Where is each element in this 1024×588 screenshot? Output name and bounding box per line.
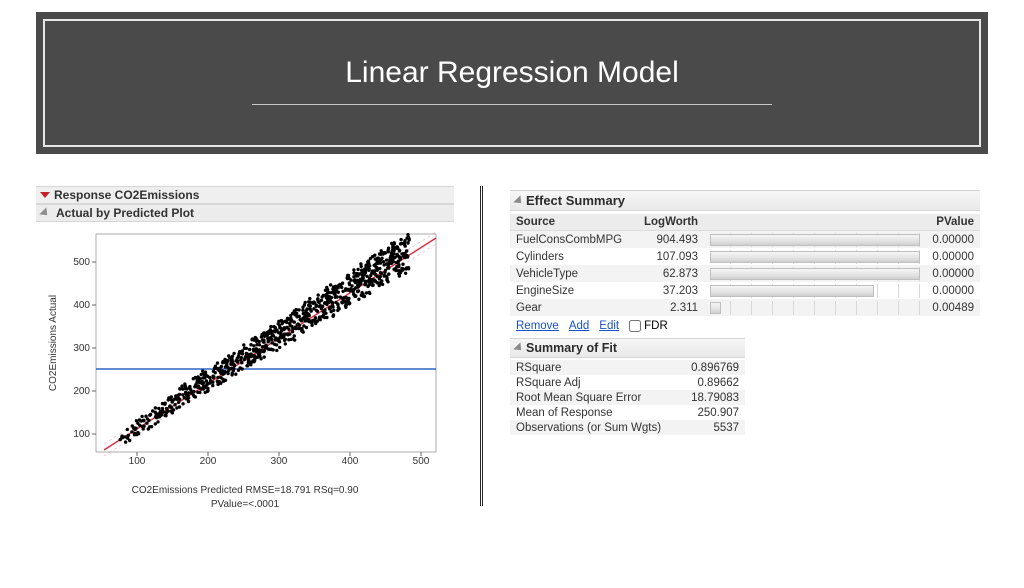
add-link[interactable]: Add (569, 320, 589, 332)
title-banner: Linear Regression Model (36, 12, 988, 154)
fit-value: 5537 (667, 420, 745, 435)
effect-logworth: 107.093 (638, 248, 704, 265)
effect-pvalue: 0.00000 (926, 231, 980, 249)
disclosure-open-icon[interactable] (513, 195, 524, 206)
effect-summary-table: Source LogWorth PValue FuelConsCombMPG90… (510, 214, 980, 316)
svg-text:CO2Emissions Actual: CO2Emissions Actual (48, 295, 59, 391)
response-header: Response CO2Emissions (54, 188, 199, 202)
col-pvalue: PValue (926, 214, 980, 231)
fit-row: Observations (or Sum Wgts)5537 (510, 420, 745, 435)
fdr-label: FDR (644, 320, 668, 332)
svg-text:300: 300 (73, 343, 90, 354)
svg-text:300: 300 (271, 456, 288, 467)
effect-row[interactable]: EngineSize37.203 0.00000 (510, 282, 980, 299)
fit-label: Root Mean Square Error (510, 390, 667, 405)
col-logworth: LogWorth (638, 214, 704, 231)
svg-text:500: 500 (73, 257, 90, 268)
summary-of-fit-header[interactable]: Summary of Fit (510, 338, 745, 358)
effect-source: VehicleType (510, 265, 638, 282)
effect-source: FuelConsCombMPG (510, 231, 638, 249)
summary-of-fit-label: Summary of Fit (526, 341, 617, 355)
title-inner: Linear Regression Model (43, 19, 981, 147)
effect-logworth: 37.203 (638, 282, 704, 299)
fit-value: 250.907 (667, 405, 745, 420)
right-panel: Effect Summary Source LogWorth PValue Fu… (510, 190, 980, 435)
effect-source: EngineSize (510, 282, 638, 299)
edit-link[interactable]: Edit (599, 320, 619, 332)
slide-title: Linear Regression Model (345, 56, 679, 90)
response-header-row[interactable]: Response CO2Emissions (36, 186, 454, 204)
effect-row[interactable]: FuelConsCombMPG904.493 0.00000 (510, 231, 980, 249)
effect-row[interactable]: Gear2.311 0.00489 (510, 299, 980, 316)
fit-value: 0.89662 (667, 375, 745, 390)
left-panel: Response CO2Emissions Actual by Predicte… (36, 186, 454, 513)
effect-bar-cell (704, 299, 926, 316)
effect-row[interactable]: VehicleType62.873 0.00000 (510, 265, 980, 282)
col-bar (704, 214, 926, 231)
actual-by-predicted-plot: 100 200 300 400 500 100 200 300 400 500 (36, 222, 454, 513)
disclosure-open-icon[interactable] (513, 342, 524, 353)
fit-value: 18.79083 (667, 390, 745, 405)
fit-label: Observations (or Sum Wgts) (510, 420, 667, 435)
effect-links-row: Remove Add Edit FDR (510, 316, 980, 338)
col-source: Source (510, 214, 638, 231)
effect-logworth: 62.873 (638, 265, 704, 282)
title-divider (252, 104, 772, 105)
svg-text:400: 400 (73, 300, 90, 311)
effect-logworth: 904.493 (638, 231, 704, 249)
fit-row: RSquare Adj0.89662 (510, 375, 745, 390)
disclosure-open-icon[interactable] (39, 207, 50, 218)
fit-row: Root Mean Square Error18.79083 (510, 390, 745, 405)
content-row: Response CO2Emissions Actual by Predicte… (36, 186, 988, 513)
plot-header: Actual by Predicted Plot (56, 206, 194, 220)
scatter-plot-svg: 100 200 300 400 500 100 200 300 400 500 (40, 228, 450, 484)
effect-summary-header[interactable]: Effect Summary (510, 190, 980, 211)
fdr-checkbox[interactable] (629, 320, 641, 332)
plot-xlabel-line1: CO2Emissions Predicted RMSE=18.791 RSq=0… (40, 485, 450, 498)
effect-bar-cell (704, 248, 926, 265)
svg-text:100: 100 (129, 456, 146, 467)
effect-pvalue: 0.00000 (926, 248, 980, 265)
effect-bar-cell (704, 265, 926, 282)
fit-label: RSquare (510, 360, 667, 375)
column-divider (480, 186, 484, 506)
fit-label: RSquare Adj (510, 375, 667, 390)
effect-summary-label: Effect Summary (526, 193, 625, 208)
effect-row[interactable]: Cylinders107.093 0.00000 (510, 248, 980, 265)
svg-text:500: 500 (413, 456, 430, 467)
fit-value: 0.896769 (667, 360, 745, 375)
effect-pvalue: 0.00000 (926, 265, 980, 282)
svg-text:400: 400 (342, 456, 359, 467)
fdr-checkbox-wrap[interactable]: FDR (629, 320, 668, 332)
summary-of-fit-table: RSquare0.896769RSquare Adj0.89662Root Me… (510, 360, 745, 435)
effect-bar-cell (704, 231, 926, 249)
fit-row: RSquare0.896769 (510, 360, 745, 375)
remove-link[interactable]: Remove (516, 320, 559, 332)
effect-logworth: 2.311 (638, 299, 704, 316)
plot-xlabel-line2: PValue=<.0001 (40, 499, 450, 512)
fit-label: Mean of Response (510, 405, 667, 420)
effect-pvalue: 0.00489 (926, 299, 980, 316)
effect-bar-cell (704, 282, 926, 299)
plot-header-row[interactable]: Actual by Predicted Plot (36, 204, 454, 222)
fit-row: Mean of Response250.907 (510, 405, 745, 420)
svg-text:100: 100 (73, 429, 90, 440)
svg-text:200: 200 (73, 386, 90, 397)
effect-source: Gear (510, 299, 638, 316)
svg-text:200: 200 (200, 456, 217, 467)
disclosure-red-icon[interactable] (40, 192, 50, 198)
effect-pvalue: 0.00000 (926, 282, 980, 299)
effect-source: Cylinders (510, 248, 638, 265)
